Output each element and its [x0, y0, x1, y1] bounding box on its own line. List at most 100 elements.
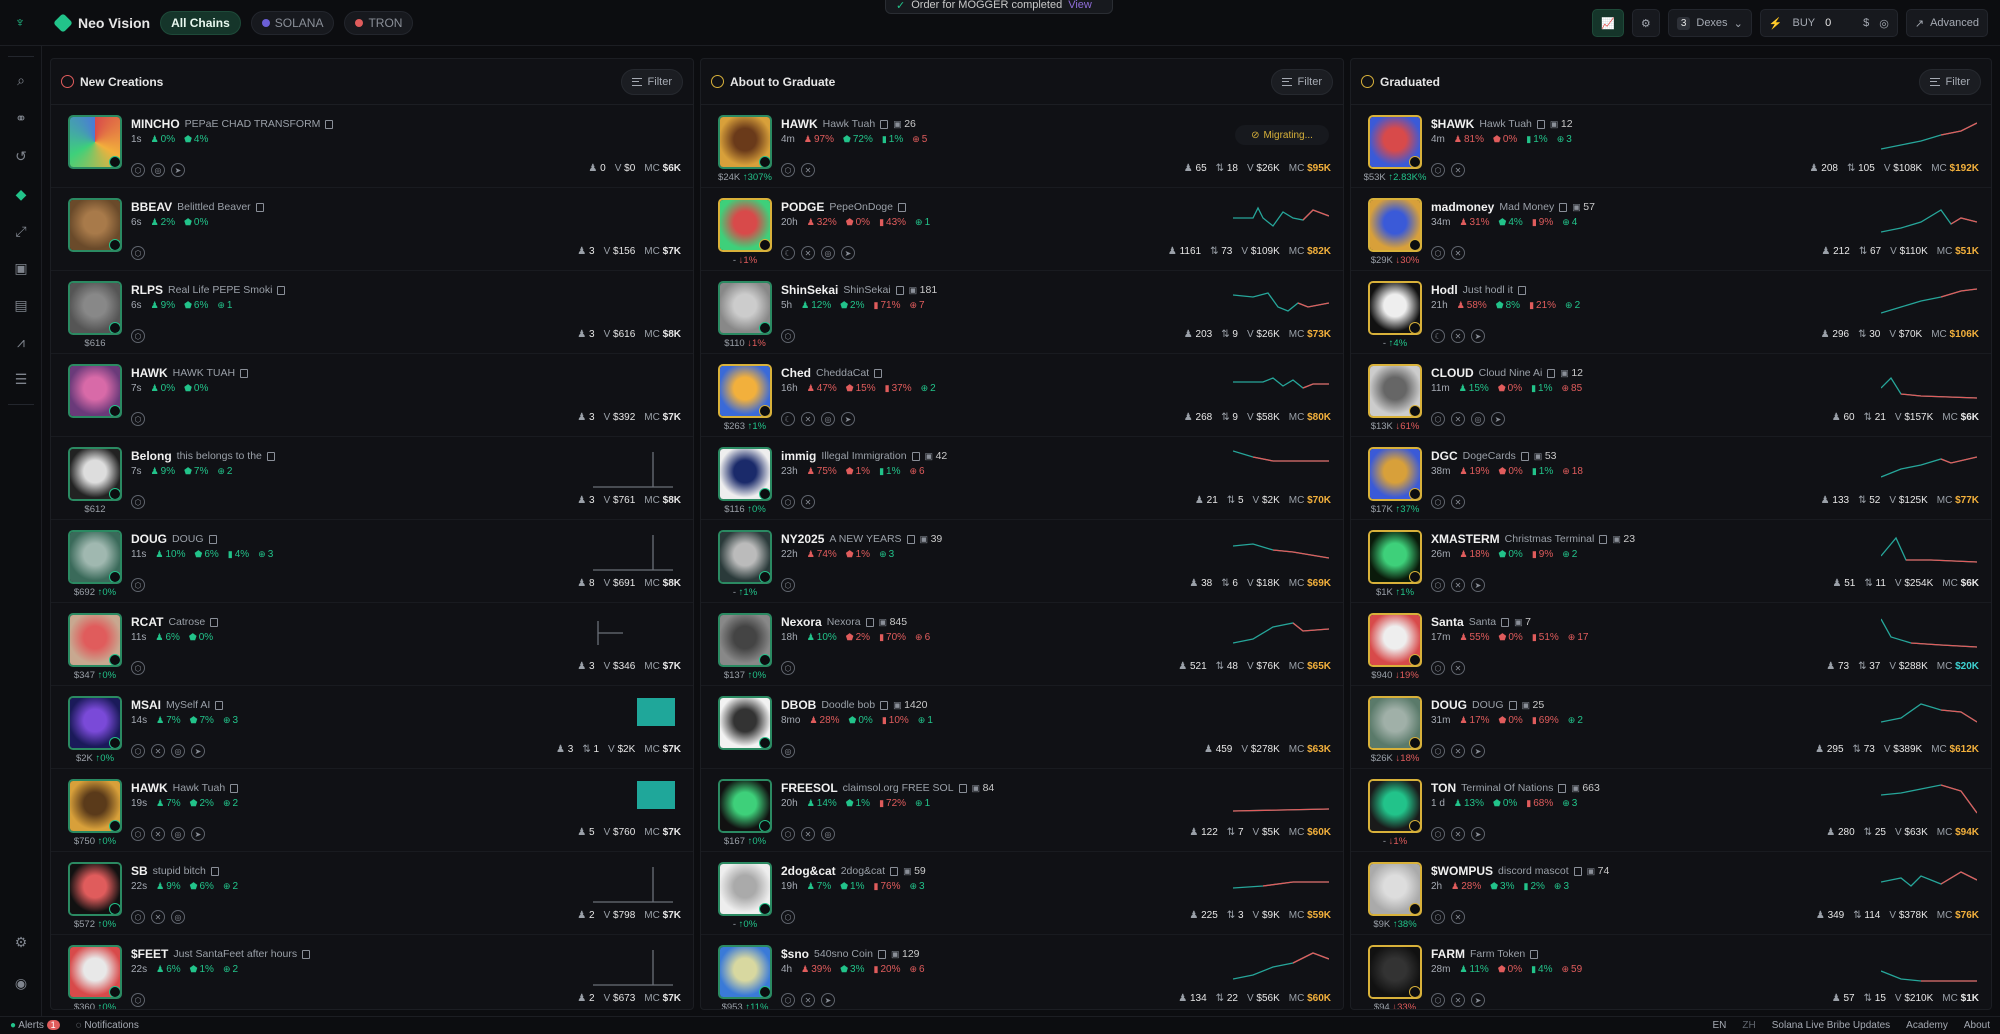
token-avatar[interactable] — [1368, 198, 1422, 252]
copy-icon[interactable] — [302, 949, 311, 959]
token-row[interactable]: DBOBDoodle bob14208mo♟28%⬟0%▮10%⊕1◎♟ 459… — [701, 686, 1343, 769]
token-ticker[interactable]: immig — [781, 449, 816, 463]
copy-icon[interactable] — [1536, 119, 1545, 129]
pill-icon[interactable]: ⬡ — [1431, 827, 1445, 841]
x-icon[interactable]: ✕ — [801, 495, 815, 509]
token-ticker[interactable]: HAWK — [131, 781, 168, 795]
token-ticker[interactable]: FREESOL — [781, 781, 838, 795]
token-avatar[interactable] — [68, 945, 122, 999]
filter-button[interactable]: Filter — [620, 68, 683, 95]
token-row[interactable]: $2K ↑0% MSAI MySelf AI 14s ♟ 7% ⬟ 7% ⊕ 3 ⬡ ✕ ◎ ➤ ♟ 3 ⇅ … — [51, 686, 693, 769]
tg-icon[interactable]: ➤ — [191, 744, 205, 758]
token-ticker[interactable]: Hodl — [1431, 283, 1458, 297]
tg-icon[interactable]: ➤ — [841, 412, 855, 426]
token-row[interactable]: $116 ↑0%immigIllegal Immigration4223h♟75… — [701, 437, 1343, 520]
token-avatar[interactable] — [68, 530, 122, 584]
chart-toggle-button[interactable]: 📈 — [1592, 9, 1624, 37]
token-avatar[interactable] — [1368, 115, 1422, 169]
pill-icon[interactable]: ⬡ — [1431, 993, 1445, 1007]
token-avatar[interactable] — [718, 862, 772, 916]
x-icon[interactable]: ✕ — [1451, 827, 1465, 841]
token-avatar[interactable] — [718, 613, 772, 667]
x-icon[interactable]: ✕ — [151, 744, 165, 758]
pill-icon[interactable]: ⬡ — [131, 744, 145, 758]
pill-icon[interactable]: ⬡ — [1431, 163, 1445, 177]
filter-button[interactable]: Filter — [1918, 68, 1981, 95]
token-row[interactable]: HAWK HAWK TUAH 7s ♟ 0% ⬟ 0% ⬡ ♟ 3V $392 MC $7K — [51, 354, 693, 437]
web-icon[interactable]: ◎ — [821, 246, 835, 260]
token-avatar[interactable] — [68, 779, 122, 833]
toast-view-link[interactable]: View — [1068, 0, 1092, 11]
copy-icon[interactable] — [877, 949, 886, 959]
token-avatar[interactable] — [1368, 779, 1422, 833]
copy-icon[interactable] — [1559, 202, 1568, 212]
token-ticker[interactable]: XMASTERM — [1431, 532, 1500, 546]
copy-icon[interactable] — [1501, 617, 1510, 627]
pill-icon[interactable]: ◆ — [13, 186, 29, 202]
web-icon[interactable]: ◎ — [171, 744, 185, 758]
token-ticker[interactable]: DBOB — [781, 698, 816, 712]
token-avatar[interactable] — [1368, 364, 1422, 418]
token-row[interactable]: MINCHO PEPaE CHAD TRANSFORM 1s ♟ 0% ⬟ 4% ⬡ ◎ ➤ ♟ 0… — [51, 105, 693, 188]
token-row[interactable]: $13K ↓61%CLOUDCloud Nine Ai1211m♟15%⬟0%▮… — [1351, 354, 1991, 437]
token-ticker[interactable]: Ched — [781, 366, 811, 380]
x-icon[interactable]: ✕ — [1451, 744, 1465, 758]
token-avatar[interactable] — [68, 862, 122, 916]
token-ticker[interactable]: BBEAV — [131, 200, 172, 214]
token-avatar[interactable] — [1368, 281, 1422, 335]
web-icon[interactable]: ◎ — [171, 827, 185, 841]
token-avatar[interactable] — [68, 613, 122, 667]
copy-icon[interactable] — [958, 783, 967, 793]
copy-icon[interactable] — [210, 617, 219, 627]
token-avatar[interactable] — [1368, 613, 1422, 667]
pill-icon[interactable]: ⬡ — [131, 246, 145, 260]
token-row[interactable]: $953 ↑11%$sno540sno Coin1294h♟39%⬟3%▮20%… — [701, 935, 1343, 1009]
copy-icon[interactable] — [266, 451, 275, 461]
academy-link[interactable]: Academy — [1906, 1020, 1948, 1031]
pill-icon[interactable]: ⬡ — [1431, 910, 1445, 924]
pill-icon[interactable]: ⬡ — [131, 827, 145, 841]
token-ticker[interactable]: TON — [1431, 781, 1456, 795]
report-icon[interactable]: ☰ — [13, 371, 29, 387]
x-icon[interactable]: ✕ — [801, 827, 815, 841]
copy-icon[interactable] — [1547, 368, 1556, 378]
pill-icon[interactable]: ⬡ — [781, 827, 795, 841]
quick-buy[interactable]: ⚡ BUY 0 $ ◎ — [1759, 9, 1898, 37]
token-ticker[interactable]: FARM — [1431, 947, 1465, 961]
pill-icon[interactable]: ⬡ — [131, 578, 145, 592]
token-row[interactable]: - ↑4% Hodl Just hodl it 21h ♟ 58% ⬟ 8% ▮ 21% ⊕ 2 ☾ ✕ ➤… — [1351, 271, 1991, 354]
token-row[interactable]: - ↑0%2dog&cat2dog&cat5919h♟7%⬟1%▮76%⊕3⬡♟… — [701, 852, 1343, 935]
x-icon[interactable]: ✕ — [151, 827, 165, 841]
about-link[interactable]: About — [1964, 1020, 1990, 1031]
token-avatar[interactable] — [1368, 862, 1422, 916]
x-icon[interactable]: ✕ — [151, 910, 165, 924]
copy-icon[interactable] — [210, 866, 219, 876]
pill-icon[interactable]: ⬡ — [1431, 661, 1445, 675]
buy-amount-input[interactable]: 0 — [1825, 17, 1853, 29]
copy-icon[interactable] — [240, 368, 249, 378]
token-ticker[interactable]: Santa — [1431, 615, 1464, 629]
x-icon[interactable]: ✕ — [801, 163, 815, 177]
token-ticker[interactable]: PODGE — [781, 200, 824, 214]
pill-icon[interactable]: ⬡ — [781, 329, 795, 343]
token-avatar[interactable] — [718, 281, 772, 335]
copy-icon[interactable] — [1530, 949, 1539, 959]
web-icon[interactable]: ◎ — [821, 827, 835, 841]
moon-icon[interactable]: ☾ — [1431, 329, 1445, 343]
copy-icon[interactable] — [255, 202, 264, 212]
token-row[interactable]: $53K ↑2.83K%$HAWKHawk Tuah124m♟81%⬟0%▮1%… — [1351, 105, 1991, 188]
wallet-icon[interactable]: ▤ — [13, 297, 29, 313]
token-row[interactable]: $110 ↓1%ShinSekaiShinSekai1815h♟12%⬟2%▮7… — [701, 271, 1343, 354]
token-row[interactable]: $572 ↑0% SB stupid bitch 22s ♟ 9% ⬟ 6% ⊕ 2 ⬡ ✕ ◎ ♟ 2V… — [51, 852, 693, 935]
token-ticker[interactable]: HAWK — [131, 366, 168, 380]
history-icon[interactable]: ↺ — [13, 148, 29, 164]
token-row[interactable]: $24K ↑307%HAWKHawk Tuah264m♟97%⬟72%▮1%⊕5… — [701, 105, 1343, 188]
briefcase-icon[interactable]: ▣ — [13, 260, 29, 276]
pill-icon[interactable]: ⬡ — [781, 910, 795, 924]
pill-icon[interactable]: ⬡ — [131, 495, 145, 509]
copy-icon[interactable] — [911, 451, 920, 461]
tg-icon[interactable]: ➤ — [821, 993, 835, 1007]
pill-icon[interactable]: ⬡ — [131, 993, 145, 1007]
token-row[interactable]: $17K ↑37%DGCDogeCards5338m♟19%⬟0%▮1%⊕18⬡… — [1351, 437, 1991, 520]
tg-icon[interactable]: ➤ — [1471, 329, 1485, 343]
